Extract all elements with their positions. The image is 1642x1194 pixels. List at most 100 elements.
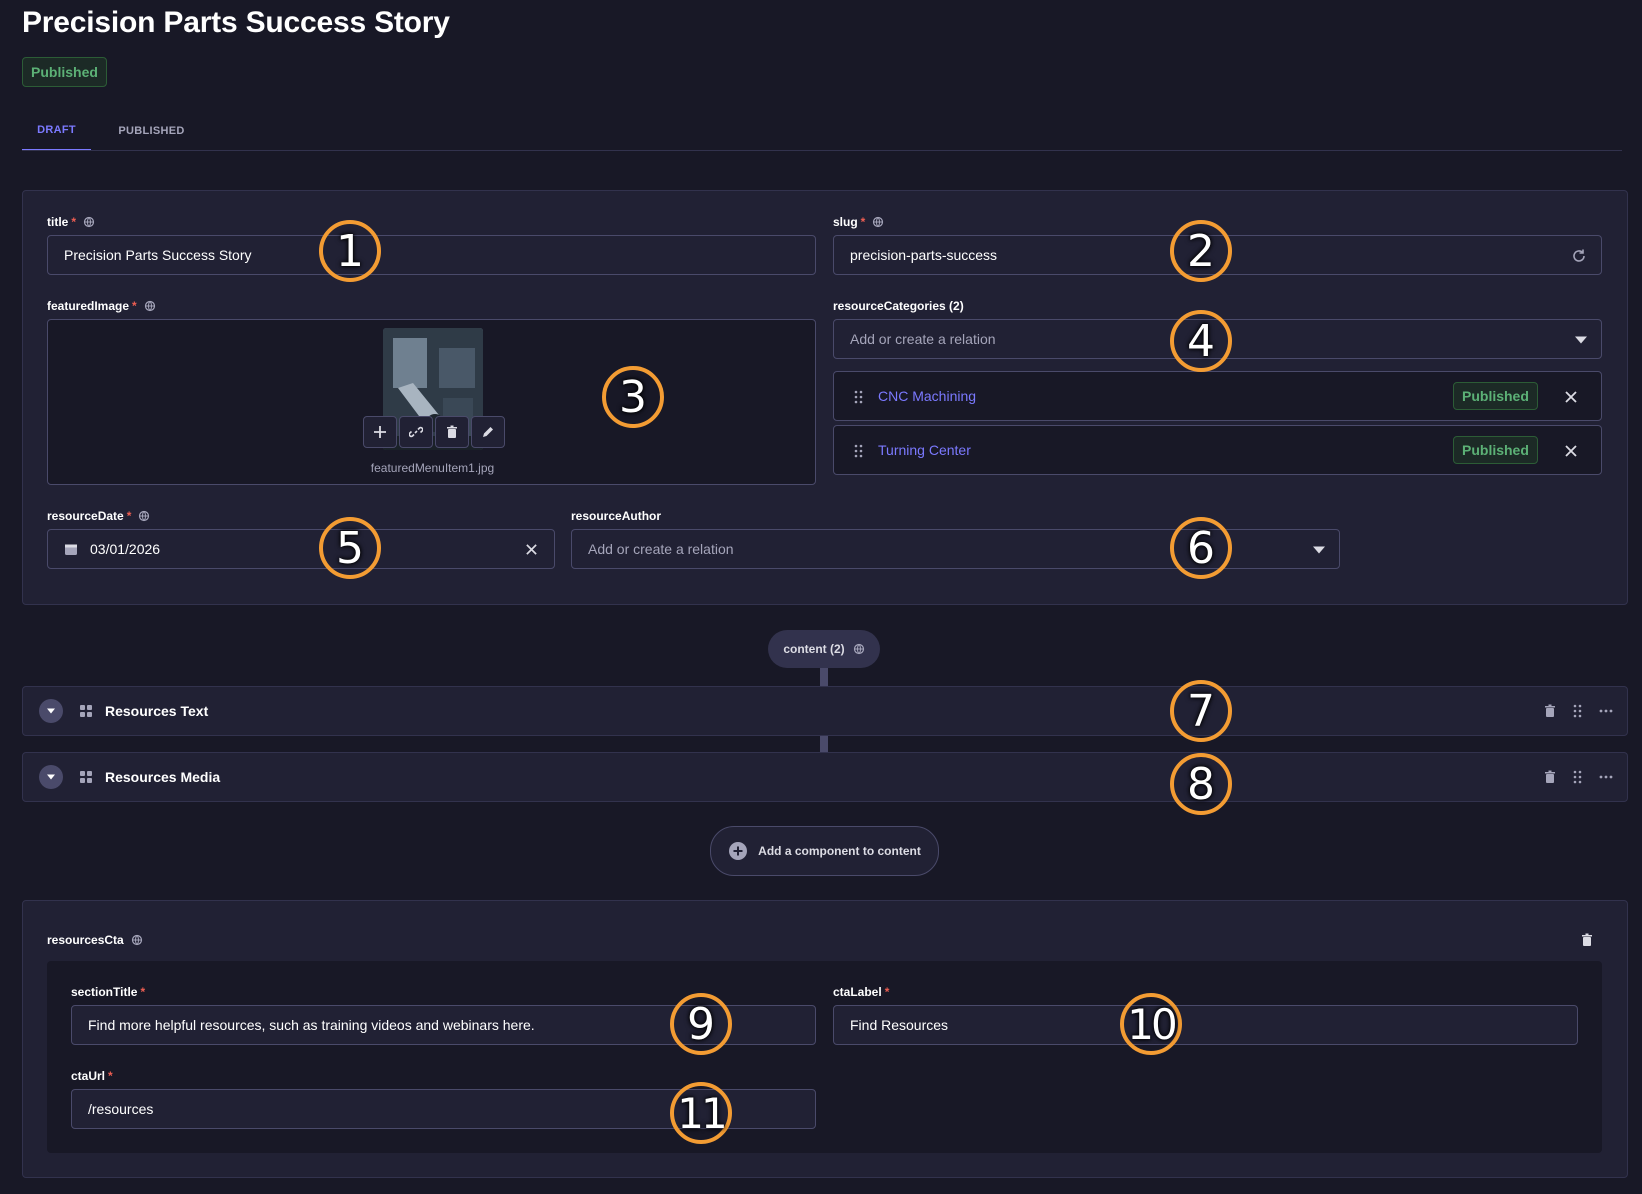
more-icon[interactable] (1599, 775, 1613, 779)
zone-connector (820, 668, 828, 686)
content-zone-label-text: content (2) (783, 642, 845, 656)
marker-5: 5 (319, 517, 381, 579)
marker-8: 8 (1170, 753, 1232, 815)
zone-connector (820, 736, 828, 752)
relation-item[interactable]: CNC Machining Published (833, 371, 1602, 421)
collapse-toggle[interactable] (39, 765, 63, 789)
slug-label-text: slug (833, 215, 858, 229)
chevron-down-icon (47, 774, 55, 780)
slug-label: slug * (833, 215, 884, 229)
status-badge: Published (1453, 436, 1538, 464)
marker-4: 4 (1170, 310, 1232, 372)
calendar-icon (65, 544, 77, 555)
copy-link-button[interactable] (399, 416, 433, 448)
add-component-button[interactable]: Add a component to content (710, 826, 939, 876)
page-title: Precision Parts Success Story (22, 6, 450, 39)
required-mark: * (126, 509, 132, 523)
cta-label-value: Find Resources (850, 1017, 949, 1033)
trash-icon (447, 425, 457, 438)
marker-6: 6 (1170, 517, 1232, 579)
link-icon (409, 426, 423, 438)
cta-url-label-text: ctaUrl (71, 1069, 106, 1083)
chevron-down-icon[interactable] (1313, 545, 1325, 555)
refresh-icon[interactable] (1571, 248, 1587, 264)
title-label-text: title (47, 215, 69, 229)
required-mark: * (132, 299, 137, 313)
clear-icon[interactable] (525, 543, 538, 556)
status-badge: Published (1453, 382, 1538, 410)
add-component-label: Add a component to content (758, 844, 921, 858)
chevron-down-icon (47, 708, 55, 714)
globe-icon (139, 510, 150, 522)
section-title-value: Find more helpful resources, such as tra… (88, 1017, 535, 1033)
marker-3: 3 (602, 366, 664, 428)
marker-9: 9 (670, 993, 732, 1055)
tab-published[interactable]: PUBLISHED (102, 110, 201, 151)
plus-icon (374, 426, 386, 438)
marker-11: 11 (670, 1082, 732, 1144)
globe-icon (853, 643, 864, 655)
add-image-button[interactable] (363, 416, 397, 448)
trash-icon[interactable] (1543, 770, 1557, 784)
resource-author-placeholder: Add or create a relation (588, 541, 734, 557)
drag-handle-icon[interactable] (854, 444, 864, 458)
chevron-down-icon[interactable] (1575, 335, 1587, 345)
delete-image-button[interactable] (435, 416, 469, 448)
required-mark: * (884, 985, 890, 999)
relation-link[interactable]: CNC Machining (878, 388, 976, 404)
resource-author-label: resourceAuthor (571, 509, 662, 523)
drag-handle-icon[interactable] (854, 390, 864, 404)
resource-categories-placeholder: Add or create a relation (850, 331, 996, 347)
globe-icon (83, 216, 95, 228)
resource-date-input[interactable]: 03/01/2026 (47, 529, 555, 569)
slug-input-value: precision-parts-success (850, 247, 998, 263)
drag-handle-icon[interactable] (1573, 770, 1583, 784)
close-icon[interactable] (1564, 444, 1578, 458)
featured-image-dropzone[interactable]: featuredMenuItem1.jpg (47, 319, 816, 485)
required-mark: * (108, 1069, 113, 1083)
resources-cta-label: resourcesCta (47, 933, 143, 947)
component-title: Resources Media (105, 769, 221, 785)
marker-7: 7 (1170, 680, 1232, 742)
component-row[interactable]: Resources Text (22, 686, 1628, 736)
content-zone-label: content (2) (768, 630, 880, 668)
globe-icon (144, 300, 155, 312)
status-badge: Published (22, 57, 107, 87)
required-mark: * (71, 215, 77, 229)
globe-icon (873, 216, 884, 228)
component-row[interactable]: Resources Media (22, 752, 1628, 802)
globe-icon (131, 934, 142, 946)
cta-label-label-text: ctaLabel (833, 985, 882, 999)
tab-divider (22, 150, 1622, 151)
plus-circle-icon (729, 842, 748, 860)
trash-icon[interactable] (1580, 933, 1594, 947)
featured-image-label: featuredImage * (47, 299, 156, 313)
close-icon[interactable] (1564, 390, 1578, 404)
title-label: title * (47, 215, 95, 229)
cta-label-input[interactable]: Find Resources (833, 1005, 1578, 1045)
resource-date-value: 03/01/2026 (90, 541, 161, 557)
resource-date-label: resourceDate * (47, 509, 150, 523)
relation-item[interactable]: Turning Center Published (833, 425, 1602, 475)
component-icon (80, 771, 92, 783)
cta-url-value: /resources (88, 1101, 154, 1117)
title-input-value: Precision Parts Success Story (64, 247, 252, 263)
marker-2: 2 (1170, 220, 1232, 282)
resources-cta-label-text: resourcesCta (47, 933, 124, 947)
resource-date-label-text: resourceDate (47, 509, 124, 523)
marker-1: 1 (319, 220, 381, 282)
trash-icon[interactable] (1543, 704, 1557, 718)
component-actions (1543, 770, 1613, 784)
component-icon (80, 705, 92, 717)
featured-image-filename: featuredMenuItem1.jpg (370, 461, 495, 475)
more-icon[interactable] (1599, 709, 1613, 713)
drag-handle-icon[interactable] (1573, 704, 1583, 718)
pencil-icon (483, 427, 493, 437)
required-mark: * (860, 215, 866, 229)
edit-image-button[interactable] (471, 416, 505, 448)
collapse-toggle[interactable] (39, 699, 63, 723)
relation-link[interactable]: Turning Center (878, 442, 971, 458)
tab-draft[interactable]: DRAFT (22, 110, 91, 151)
title-input[interactable]: Precision Parts Success Story (47, 235, 816, 275)
featured-image-label-text: featuredImage (47, 299, 130, 313)
